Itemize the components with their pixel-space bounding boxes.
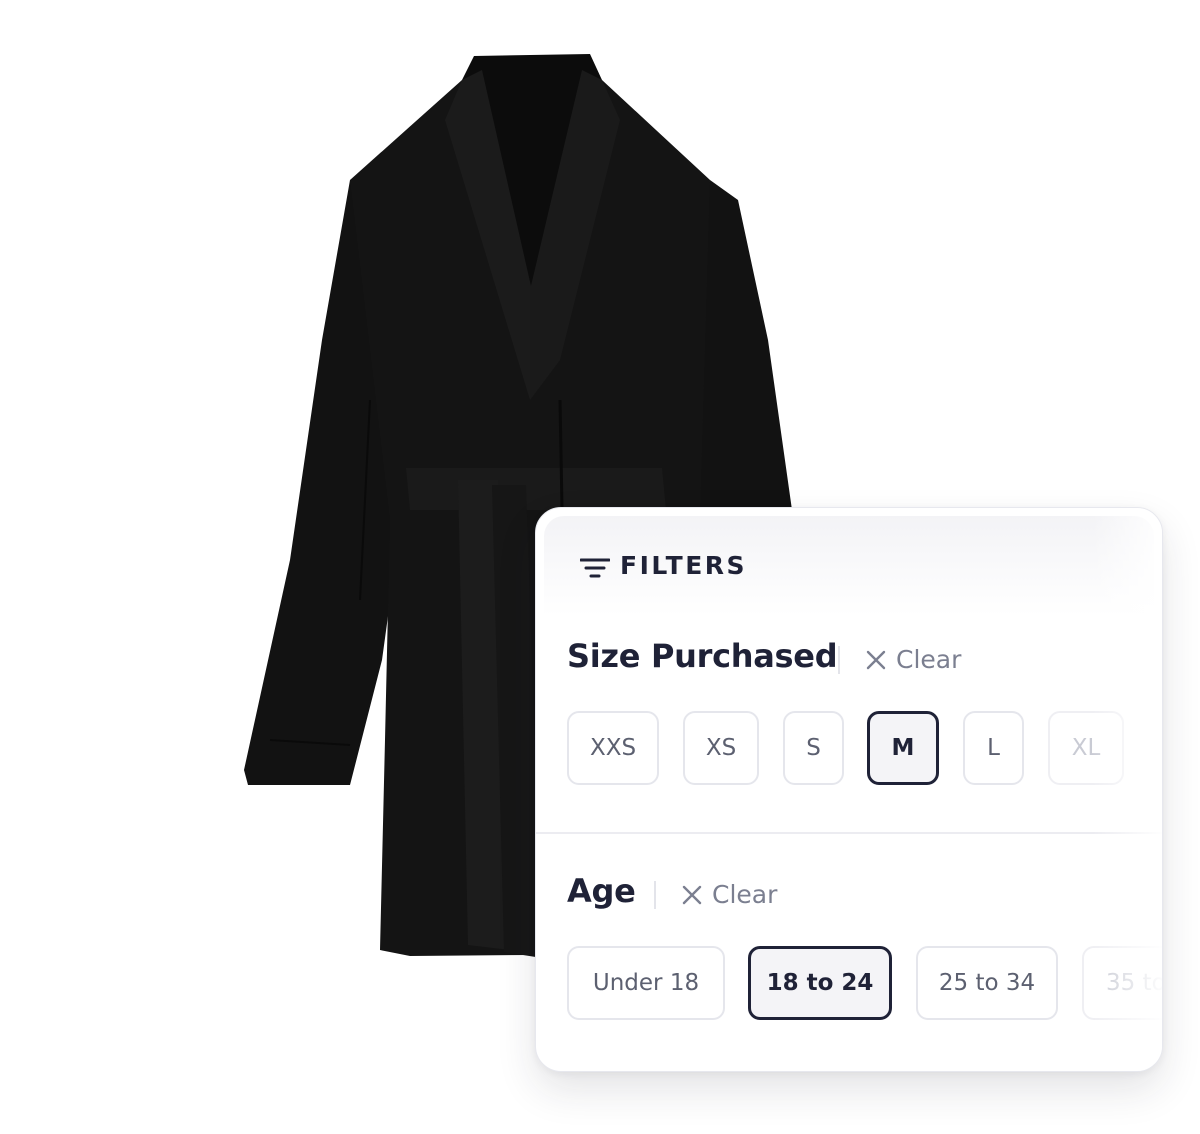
section-divider [536, 832, 1162, 834]
age-options: Under 18 18 to 24 25 to 34 35 to [536, 946, 1162, 1026]
age-option-18-to-24[interactable]: 18 to 24 [748, 946, 892, 1020]
size-title-divider [838, 646, 840, 674]
size-option-m[interactable]: M [867, 711, 939, 785]
size-option-xxs[interactable]: XXS [567, 711, 659, 785]
filter-lines-icon [580, 558, 610, 578]
age-clear-label: Clear [712, 880, 778, 909]
close-icon [682, 885, 702, 904]
age-title: Age [567, 872, 636, 910]
age-option-under-18[interactable]: Under 18 [567, 946, 725, 1020]
size-options: XXS XS S M L XL [536, 711, 1162, 791]
filter-panel: FILTERS Size Purchased Clear XXS XS S M … [535, 507, 1163, 1072]
age-clear-button[interactable]: Clear [682, 880, 777, 909]
size-option-xs[interactable]: XS [683, 711, 759, 785]
size-option-xl[interactable]: XL [1048, 711, 1124, 785]
filters-title: FILTERS [620, 551, 748, 580]
age-title-divider [654, 881, 656, 909]
age-option-25-to-34[interactable]: 25 to 34 [916, 946, 1058, 1020]
filter-panel-header: FILTERS [544, 516, 1154, 616]
product-filter-stage: FILTERS Size Purchased Clear XXS XS S M … [0, 0, 1200, 1134]
size-clear-label: Clear [896, 645, 962, 674]
size-purchased-title: Size Purchased [567, 637, 838, 675]
size-option-l[interactable]: L [963, 711, 1024, 785]
size-clear-button[interactable]: Clear [866, 645, 961, 674]
size-option-s[interactable]: S [783, 711, 844, 785]
close-icon [866, 650, 886, 669]
age-option-35-to[interactable]: 35 to [1082, 946, 1162, 1020]
